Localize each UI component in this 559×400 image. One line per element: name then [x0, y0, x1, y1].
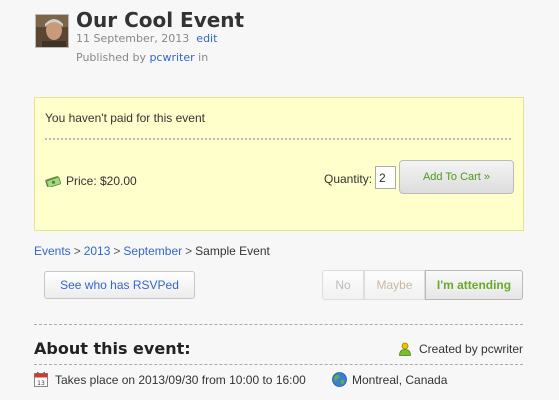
section-divider	[34, 324, 523, 325]
edit-link[interactable]: edit	[196, 32, 217, 45]
event-header: Our Cool Event 11 September, 2013 edit Pu…	[35, 8, 535, 68]
breadcrumb-separator: >	[185, 244, 193, 258]
unpaid-message: You haven't paid for this event	[45, 111, 205, 125]
user-icon	[398, 342, 412, 356]
breadcrumb-current: Sample Event	[195, 244, 270, 258]
price: Price: $20.00	[45, 174, 137, 188]
event-date: 11 September, 2013	[76, 32, 190, 45]
quantity-input[interactable]	[375, 166, 396, 189]
dotted-divider	[45, 138, 511, 140]
rsvp-attending-button[interactable]: I'm attending	[425, 270, 523, 300]
see-rsvp-button[interactable]: See who has RSVPed	[44, 271, 195, 299]
author-link[interactable]: pcwriter	[149, 51, 194, 64]
section-divider	[34, 364, 523, 365]
created-by: Created by pcwriter	[398, 342, 523, 356]
published-suffix: in	[194, 51, 209, 64]
event-date-line: 11 September, 2013 edit	[76, 32, 217, 45]
about-title: About this event:	[34, 339, 191, 358]
takes-place: 13 Takes place on 2013/09/30 from 10:00 …	[34, 372, 306, 387]
breadcrumb-separator: >	[73, 244, 81, 258]
location-label: Montreal, Canada	[352, 372, 448, 387]
event-title: Our Cool Event	[76, 8, 245, 32]
breadcrumb-month[interactable]: September	[123, 244, 182, 258]
calendar-icon: 13	[34, 372, 48, 387]
globe-icon	[332, 372, 347, 387]
add-to-cart-button[interactable]: Add To Cart »	[399, 160, 514, 194]
location: Montreal, Canada	[332, 372, 447, 387]
rsvp-no-button[interactable]: No	[322, 270, 364, 300]
breadcrumb: Events >2013 > September > Sample Event	[34, 244, 270, 258]
breadcrumb-year[interactable]: 2013	[84, 244, 111, 258]
breadcrumb-events[interactable]: Events	[34, 244, 71, 258]
money-icon	[45, 175, 62, 188]
payment-box: You haven't paid for this event Price: $…	[34, 97, 524, 231]
quantity-label: Quantity:	[324, 172, 373, 186]
takes-place-label: Takes place on 2013/09/30 from 10:00 to …	[55, 372, 306, 387]
breadcrumb-separator: >	[113, 244, 121, 258]
avatar[interactable]	[35, 14, 69, 48]
published-prefix: Published by	[76, 51, 150, 64]
price-label: Price: $20.00	[66, 174, 137, 188]
published-line: Published by pcwriter in	[76, 51, 208, 64]
svg-text:13: 13	[37, 380, 45, 387]
avatar-photo-icon	[36, 15, 68, 47]
created-by-label: Created by pcwriter	[419, 342, 524, 356]
rsvp-maybe-button[interactable]: Maybe	[364, 270, 425, 300]
